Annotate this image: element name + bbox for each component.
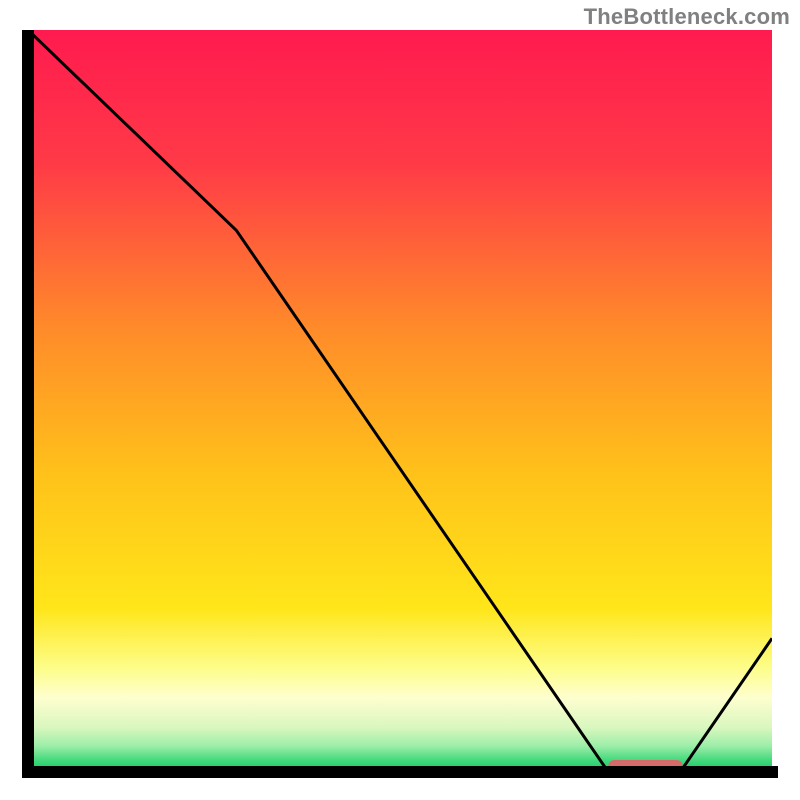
attribution-text: TheBottleneck.com <box>584 4 790 30</box>
bottleneck-chart <box>22 30 778 778</box>
chart-background <box>28 30 772 772</box>
